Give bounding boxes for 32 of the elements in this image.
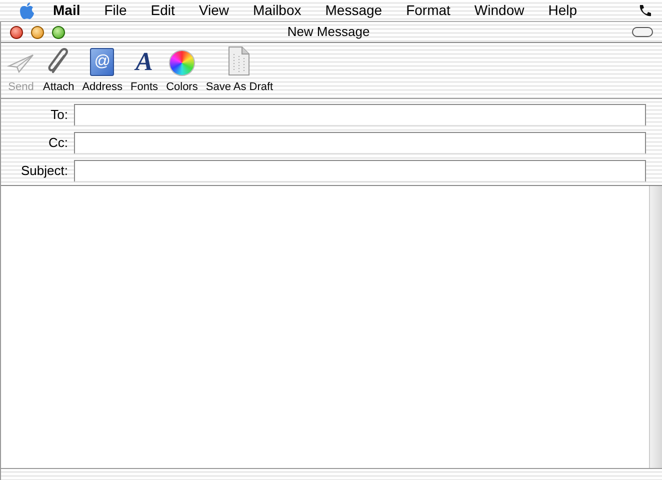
input-field[interactable]	[74, 132, 646, 154]
color-wheel-icon	[168, 50, 195, 76]
fonts-icon: A	[136, 48, 153, 76]
toolbar-button[interactable]: @ Address	[82, 46, 123, 95]
document-icon	[228, 46, 250, 76]
window-title: New Message	[286, 23, 371, 42]
menu-item[interactable]: Edit	[150, 0, 175, 21]
field-label: Subject:	[20, 162, 69, 180]
field-label: To:	[50, 106, 69, 124]
apple-icon[interactable]	[19, 2, 35, 20]
address-book-icon: @	[90, 48, 114, 76]
toolbar-button[interactable]: A Fonts	[130, 46, 158, 95]
input-field[interactable]	[74, 104, 646, 126]
menu-item[interactable]: Window	[474, 0, 524, 21]
phone-icon[interactable]	[638, 4, 652, 18]
menu-item[interactable]: Mail	[53, 0, 80, 21]
close-button[interactable]	[10, 26, 23, 38]
toolbar-button[interactable]: Colors	[166, 46, 198, 95]
toolbar-toggle-button[interactable]	[632, 27, 653, 37]
menu-item[interactable]: View	[198, 0, 230, 21]
menu-item[interactable]: File	[104, 0, 127, 21]
minimize-button[interactable]	[31, 26, 44, 38]
zoom-button[interactable]	[52, 26, 65, 38]
menu-item[interactable]: Message	[325, 0, 382, 21]
field-label: Cc:	[48, 134, 69, 152]
menu-item[interactable]: Help	[548, 0, 578, 21]
menu-item[interactable]: Format	[406, 0, 450, 21]
toolbar-button[interactable]: Save As Draft	[206, 46, 274, 95]
menu-item[interactable]: Mailbox	[253, 0, 302, 21]
input-field[interactable]	[74, 160, 646, 182]
toolbar-button[interactable]: Attach	[43, 46, 74, 95]
paper-plane-icon	[7, 52, 35, 76]
